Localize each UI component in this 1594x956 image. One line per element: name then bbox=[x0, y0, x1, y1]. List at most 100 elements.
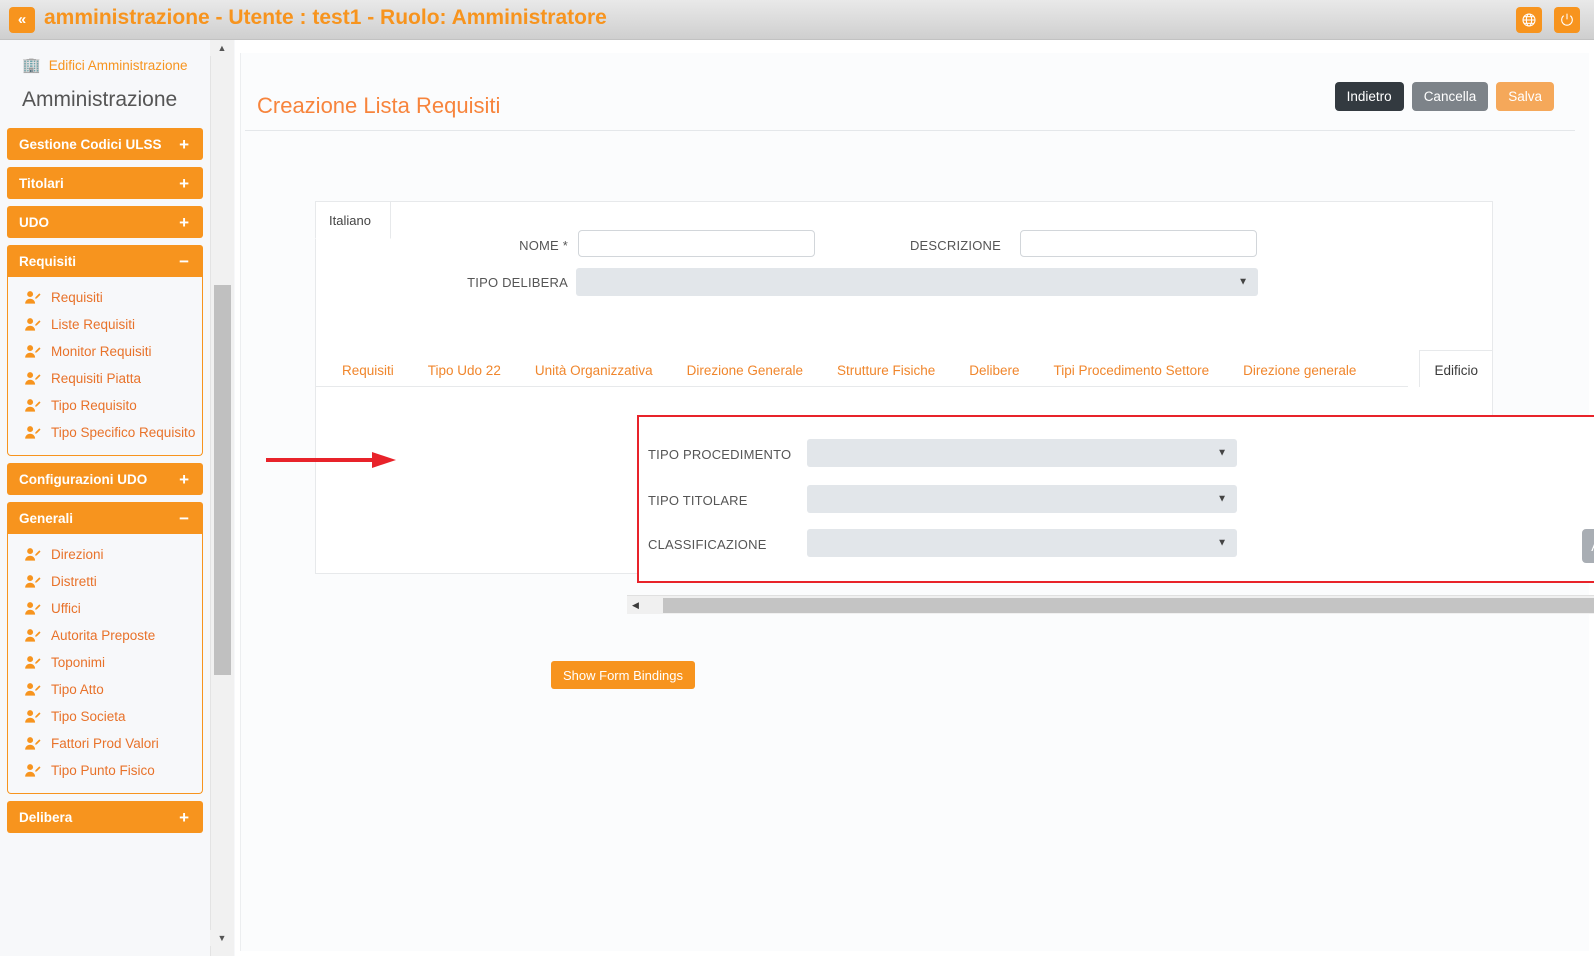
tab-unit-organizzativa[interactable]: Unità Organizzativa bbox=[535, 363, 653, 387]
sidebar-scroll-down-icon[interactable]: ▼ bbox=[210, 930, 234, 946]
sidebar-item-label: Tipo Specifico Requisito bbox=[51, 425, 196, 440]
sidebar-group: Requisiti − Requisiti Liste Requisiti Monito… bbox=[7, 245, 203, 456]
user-edit-icon bbox=[25, 318, 41, 331]
sidebar-group-header[interactable]: Requisiti − bbox=[7, 245, 203, 277]
sidebar-item-fattori-prod-valori[interactable]: Fattori Prod Valori bbox=[8, 730, 202, 757]
globe-icon[interactable] bbox=[1516, 7, 1542, 33]
sidebar: 🏢 Edifici Amministrazione Amministrazion… bbox=[0, 40, 210, 956]
building-icon: 🏢 bbox=[22, 57, 41, 74]
sidebar-item-label: Distretti bbox=[51, 574, 97, 589]
tab-italiano[interactable]: Italiano bbox=[315, 201, 391, 239]
power-icon[interactable] bbox=[1554, 7, 1580, 33]
plus-icon: + bbox=[179, 212, 189, 232]
classificazione-select[interactable]: ▼ bbox=[807, 529, 1237, 557]
sidebar-group-header[interactable]: UDO + bbox=[7, 206, 203, 238]
tab-requisiti[interactable]: Requisiti bbox=[342, 363, 394, 387]
sidebar-item-label: Tipo Societa bbox=[51, 709, 126, 724]
user-edit-icon bbox=[25, 656, 41, 669]
chevron-down-icon: ▼ bbox=[1217, 493, 1227, 505]
chevron-down-icon: ▼ bbox=[1217, 537, 1227, 549]
nome-input[interactable] bbox=[578, 230, 815, 257]
sidebar-item-direzioni[interactable]: Direzioni bbox=[8, 541, 202, 568]
user-edit-icon bbox=[25, 399, 41, 412]
sidebar-item-label: Monitor Requisiti bbox=[51, 344, 152, 359]
user-edit-icon bbox=[25, 345, 41, 358]
sidebar-item-label: Requisiti bbox=[51, 290, 103, 305]
save-button[interactable]: Salva bbox=[1496, 82, 1554, 111]
sidebar-item-label: Uffici bbox=[51, 601, 81, 616]
horizontal-scrollbar[interactable]: ◀ ▶ bbox=[627, 595, 1594, 614]
annotation-arrow-icon bbox=[266, 452, 396, 468]
chevron-down-icon: ▼ bbox=[1217, 447, 1227, 459]
sidebar-item-distretti[interactable]: Distretti bbox=[8, 568, 202, 595]
tab-tipi-procedimento-settore[interactable]: Tipi Procedimento Settore bbox=[1054, 363, 1210, 387]
tab-divider bbox=[316, 386, 1408, 387]
scroll-left-icon[interactable]: ◀ bbox=[627, 596, 644, 615]
sidebar-group-body: Requisiti Liste Requisiti Monitor Requisit… bbox=[7, 277, 203, 456]
show-form-bindings-button[interactable]: Show Form Bindings bbox=[551, 661, 695, 689]
sidebar-item-uffici[interactable]: Uffici bbox=[8, 595, 202, 622]
user-edit-icon bbox=[25, 575, 41, 588]
chevron-down-icon: ▼ bbox=[1238, 276, 1248, 288]
sidebar-item-tipo-requisito[interactable]: Tipo Requisito bbox=[8, 392, 202, 419]
back-button[interactable]: Indietro bbox=[1334, 82, 1404, 111]
sidebar-item-requisiti-piatta[interactable]: Requisiti Piatta bbox=[8, 365, 202, 392]
title-divider bbox=[245, 130, 1575, 131]
tab-direzione-generale[interactable]: Direzione generale bbox=[1243, 363, 1356, 387]
sidebar-group-label: Delibera bbox=[19, 809, 73, 825]
sidebar-item-requisiti[interactable]: Requisiti bbox=[8, 284, 202, 311]
sidebar-heading: Amministrazione bbox=[22, 88, 178, 111]
sidebar-item-label: Fattori Prod Valori bbox=[51, 736, 159, 751]
tipo-titolare-label: TIPO TITOLARE bbox=[648, 493, 748, 508]
sidebar-group-header[interactable]: Configurazioni UDO + bbox=[7, 463, 203, 495]
sidebar-group-header[interactable]: Generali − bbox=[7, 502, 203, 534]
tab-edificio[interactable]: Edificio bbox=[1419, 350, 1493, 387]
tab-list: Requisiti Tipo Udo 22 Unità Organizzativa D… bbox=[316, 350, 1390, 387]
tab-bar: Requisiti Tipo Udo 22 Unità Organizzativa D… bbox=[316, 350, 1493, 387]
sidebar-item-edifici-amministrazione[interactable]: 🏢 Edifici Amministrazione bbox=[0, 40, 210, 74]
user-edit-icon bbox=[25, 629, 41, 642]
tipo-procedimento-select[interactable]: ▼ bbox=[807, 439, 1237, 467]
sidebar-collapse-icon[interactable]: « bbox=[9, 7, 35, 33]
descrizione-label: DESCRIZIONE bbox=[909, 238, 1001, 253]
sidebar-item-label: Tipo Atto bbox=[51, 682, 104, 697]
tipo-procedimento-label: TIPO PROCEDIMENTO bbox=[648, 447, 792, 462]
plus-icon: + bbox=[179, 173, 189, 193]
sidebar-group-header[interactable]: Gestione Codici ULSS + bbox=[7, 128, 203, 160]
sidebar-group-label: Configurazioni UDO bbox=[19, 471, 148, 487]
sidebar-scrollbar-thumb[interactable] bbox=[214, 285, 231, 675]
sidebar-item-label: Liste Requisiti bbox=[51, 317, 136, 332]
sidebar-group: Gestione Codici ULSS + bbox=[7, 128, 203, 160]
tab-tipo-udo-22[interactable]: Tipo Udo 22 bbox=[428, 363, 501, 387]
tab-strutture-fisiche[interactable]: Strutture Fisiche bbox=[837, 363, 935, 387]
sidebar-item-liste-requisiti[interactable]: Liste Requisiti bbox=[8, 311, 202, 338]
tipo-titolare-select[interactable]: ▼ bbox=[807, 485, 1237, 513]
sidebar-group-header[interactable]: Delibera + bbox=[7, 801, 203, 833]
sidebar-item-tipo-specifico-requisito[interactable]: Tipo Specifico Requisito bbox=[8, 419, 202, 446]
tipo-delibera-label: TIPO DELIBERA bbox=[467, 275, 568, 290]
sidebar-group-body: Direzioni Distretti Uffici Autorita Prepost… bbox=[7, 534, 203, 794]
sidebar-top-link-label: Edifici Amministrazione bbox=[48, 57, 188, 73]
tab-delibere[interactable]: Delibere bbox=[969, 363, 1019, 387]
descrizione-input[interactable] bbox=[1020, 230, 1257, 257]
sidebar-item-autorita-preposte[interactable]: Autorita Preposte bbox=[8, 622, 202, 649]
sidebar-item-tipo-atto[interactable]: Tipo Atto bbox=[8, 676, 202, 703]
sidebar-item-tipo-punto-fisico[interactable]: Tipo Punto Fisico bbox=[8, 757, 202, 784]
sidebar-scroll-up-icon[interactable]: ▲ bbox=[210, 40, 234, 56]
cancel-button[interactable]: Cancella bbox=[1411, 82, 1489, 111]
minus-icon: − bbox=[179, 508, 189, 528]
user-edit-icon bbox=[25, 602, 41, 615]
main-content: Creazione Lista Requisiti Indietro Cance… bbox=[235, 40, 1594, 956]
sidebar-item-tipo-societa[interactable]: Tipo Societa bbox=[8, 703, 202, 730]
user-edit-icon bbox=[25, 291, 41, 304]
sidebar-group-label: UDO bbox=[19, 214, 49, 230]
sidebar-item-toponimi[interactable]: Toponimi bbox=[8, 649, 202, 676]
horizontal-scrollbar-thumb[interactable] bbox=[663, 598, 1594, 613]
add-button[interactable]: Aggiungi bbox=[1582, 529, 1594, 563]
plus-icon: + bbox=[179, 134, 189, 154]
tipo-delibera-select[interactable]: ▼ bbox=[576, 268, 1258, 296]
sidebar-groups: Gestione Codici ULSS + Titolari + UDO + Requis… bbox=[0, 128, 210, 833]
sidebar-group-header[interactable]: Titolari + bbox=[7, 167, 203, 199]
tab-direzione-generale[interactable]: Direzione Generale bbox=[687, 363, 803, 387]
sidebar-item-monitor-requisiti[interactable]: Monitor Requisiti bbox=[8, 338, 202, 365]
